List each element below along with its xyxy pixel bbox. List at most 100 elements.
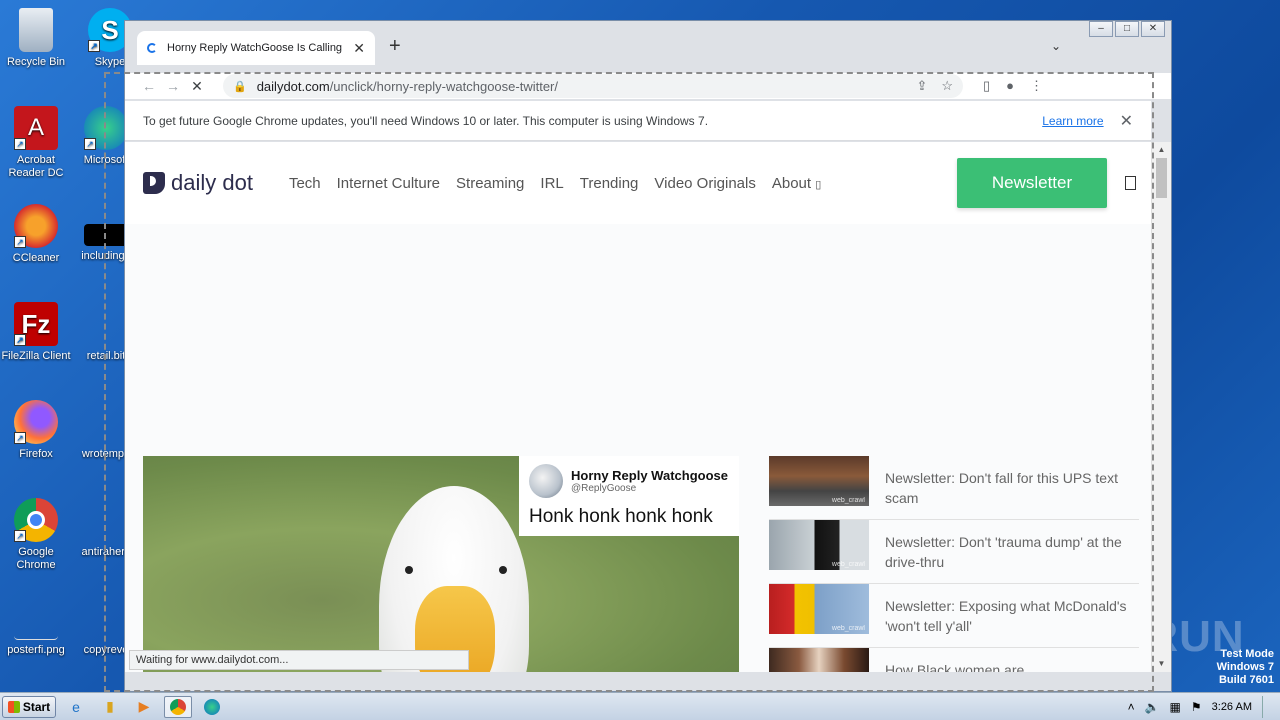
nav-item-video-originals[interactable]: Video Originals <box>654 175 755 192</box>
desktop-icon-label: FileZilla Client <box>1 350 71 362</box>
taskbar-chrome-icon[interactable] <box>164 695 192 718</box>
os-label: Windows 7 <box>1216 661 1274 673</box>
scroll-thumb[interactable] <box>1156 158 1167 198</box>
learn-more-link[interactable]: Learn more <box>1042 114 1103 128</box>
bookmark-star-icon[interactable]: ☆ <box>941 78 953 94</box>
file-icon <box>84 596 128 640</box>
daily-dot-logo-icon <box>143 172 165 194</box>
taskbar-explorer-icon[interactable]: ▮ <box>96 696 124 718</box>
desktop-icon-firefox[interactable]: ↗ Firefox <box>0 400 72 461</box>
filezilla-icon: Fz ↗ <box>14 302 58 346</box>
minimize-button[interactable]: – <box>1089 21 1113 37</box>
nav-item-irl[interactable]: IRL <box>540 175 563 192</box>
desktop-icon-ccleaner[interactable]: ↗ CCleaner <box>0 204 72 265</box>
tray-expand-icon[interactable]: ˄ <box>1128 700 1135 714</box>
dropdown-icon: ▯ <box>815 178 822 191</box>
desktop-icon-filezilla[interactable]: Fz ↗ FileZilla Client <box>0 302 72 363</box>
nav-item-internet-culture[interactable]: Internet Culture <box>337 175 440 192</box>
firefox-icon: ↗ <box>14 400 58 444</box>
article-title: Newsletter: Exposing what McDonald's 'wo… <box>885 598 1127 634</box>
share-icon[interactable]: ⇪ <box>916 78 927 94</box>
side-panel-icon[interactable]: ▯ <box>983 78 990 94</box>
test-mode-label: Test Mode <box>1220 648 1274 660</box>
menu-kebab-icon[interactable]: ⋮ <box>1030 78 1043 94</box>
list-item[interactable]: web_crawl Newsletter: Don't fall for thi… <box>769 456 1139 520</box>
close-infobar-icon[interactable]: ✕ <box>1120 111 1133 131</box>
nav-item-streaming[interactable]: Streaming <box>456 175 524 192</box>
site-nav: Tech Internet Culture Streaming IRL Tren… <box>289 175 821 192</box>
ccleaner-icon: ↗ <box>14 204 58 248</box>
tweet-handle: @ReplyGoose <box>571 483 637 494</box>
file-icon <box>84 224 128 246</box>
file-icon <box>84 498 128 542</box>
tab-search-dropdown-icon[interactable]: ⌄ <box>1051 39 1061 53</box>
window-controls: – □ ✕ <box>1089 21 1165 37</box>
desktop-icon-label: Acrobat Reader DC <box>8 154 64 179</box>
site-logo[interactable]: daily dot <box>143 170 253 196</box>
hamburger-menu-icon[interactable] <box>1125 176 1136 190</box>
desktop-icon-label: CCleaner <box>12 252 60 264</box>
list-item[interactable]: web_crawl Newsletter: Exposing what McDo… <box>769 584 1139 648</box>
article-title: Newsletter: Don't 'trauma dump' at the d… <box>885 534 1122 570</box>
new-tab-button[interactable]: + <box>389 35 401 58</box>
tab-strip: Horny Reply WatchGoose Is Calling ✕ + ⌄ … <box>125 21 1171 73</box>
close-window-button[interactable]: ✕ <box>1141 21 1165 37</box>
stop-loading-icon[interactable]: ✕ <box>185 78 209 95</box>
nav-item-trending[interactable]: Trending <box>580 175 639 192</box>
test-mode-watermark: Test Mode Windows 7 Build 7601 <box>1217 648 1274 687</box>
lock-icon: 🔒 <box>233 80 247 93</box>
network-icon[interactable]: ▦ <box>1170 700 1181 714</box>
browser-window: Horny Reply WatchGoose Is Calling ✕ + ⌄ … <box>124 20 1172 692</box>
desktop-icon-image[interactable]: posterfi.png <box>0 596 72 657</box>
scroll-up-icon[interactable]: ▲ <box>1152 142 1171 158</box>
close-tab-icon[interactable]: ✕ <box>353 40 365 57</box>
tab-title: Horny Reply WatchGoose Is Calling <box>167 42 343 54</box>
logo-text: daily dot <box>171 170 253 195</box>
duck-eye <box>499 566 507 574</box>
edge-icon: ↗ <box>84 106 128 150</box>
duck-eye <box>405 566 413 574</box>
url-path: /unclick/horny-reply-watchgoose-twitter/ <box>329 78 558 94</box>
desktop-icon-recycle-bin[interactable]: Recycle Bin <box>0 8 72 69</box>
forward-icon[interactable]: → <box>161 78 185 94</box>
tab-active[interactable]: Horny Reply WatchGoose Is Calling ✕ <box>137 31 375 65</box>
thumbnail-watermark: web_crawl <box>831 497 865 504</box>
image-file-icon <box>14 596 58 640</box>
list-item[interactable]: web_crawl Newsletter: Don't 'trauma dump… <box>769 520 1139 584</box>
tweet-overlay: Horny Reply Watchgoose @ReplyGoose Honk … <box>519 456 739 536</box>
maximize-button[interactable]: □ <box>1115 21 1139 37</box>
clock[interactable]: 3:26 AM <box>1212 701 1252 713</box>
file-icon <box>84 400 128 444</box>
desktop-icon-label: Recycle Bin <box>6 56 66 68</box>
nav-item-tech[interactable]: Tech <box>289 175 321 192</box>
desktop-icon-chrome[interactable]: ↗ Google Chrome <box>0 498 72 572</box>
taskbar-edge-icon[interactable] <box>198 696 226 718</box>
taskbar-media-player-icon[interactable]: ▶ <box>130 696 158 718</box>
scroll-down-icon[interactable]: ▼ <box>1152 656 1171 672</box>
avatar <box>529 464 563 498</box>
tweet-text: Honk honk honk honk <box>529 506 713 527</box>
desktop-icon-acrobat[interactable]: A ↗ Acrobat Reader DC <box>0 106 72 180</box>
hero-image[interactable]: Horny Reply Watchgoose @ReplyGoose Honk … <box>143 456 739 672</box>
address-bar[interactable]: 🔒 dailydot.com /unclick/horny-reply-watc… <box>223 74 963 98</box>
list-item[interactable]: How Black women are <box>769 648 1139 672</box>
recycle-bin-icon <box>19 8 53 52</box>
article-title: How Black women are <box>885 662 1025 672</box>
volume-icon[interactable]: 🔈 <box>1145 700 1160 714</box>
show-desktop-button[interactable] <box>1262 695 1272 718</box>
status-bar: Waiting for www.dailydot.com... <box>129 650 469 670</box>
page-scrollbar[interactable]: ▲ ▼ <box>1151 142 1171 672</box>
profile-icon[interactable]: ● <box>1006 78 1014 94</box>
taskbar-ie-icon[interactable]: e <box>62 696 90 718</box>
windows-logo-icon <box>7 700 20 713</box>
newsletter-button[interactable]: Newsletter <box>957 158 1107 208</box>
desktop-icon-label: Google Chrome <box>16 546 56 571</box>
nav-item-about[interactable]: About ▯ <box>772 175 821 192</box>
article-thumbnail <box>769 648 869 672</box>
start-button[interactable]: Start <box>2 695 56 718</box>
article-thumbnail: web_crawl <box>769 456 869 506</box>
web-page: daily dot Tech Internet Culture Streamin… <box>125 142 1151 672</box>
action-center-flag-icon[interactable]: ⚑ <box>1191 700 1202 714</box>
build-label: Build 7601 <box>1218 674 1274 686</box>
back-icon[interactable]: ← <box>137 78 161 94</box>
